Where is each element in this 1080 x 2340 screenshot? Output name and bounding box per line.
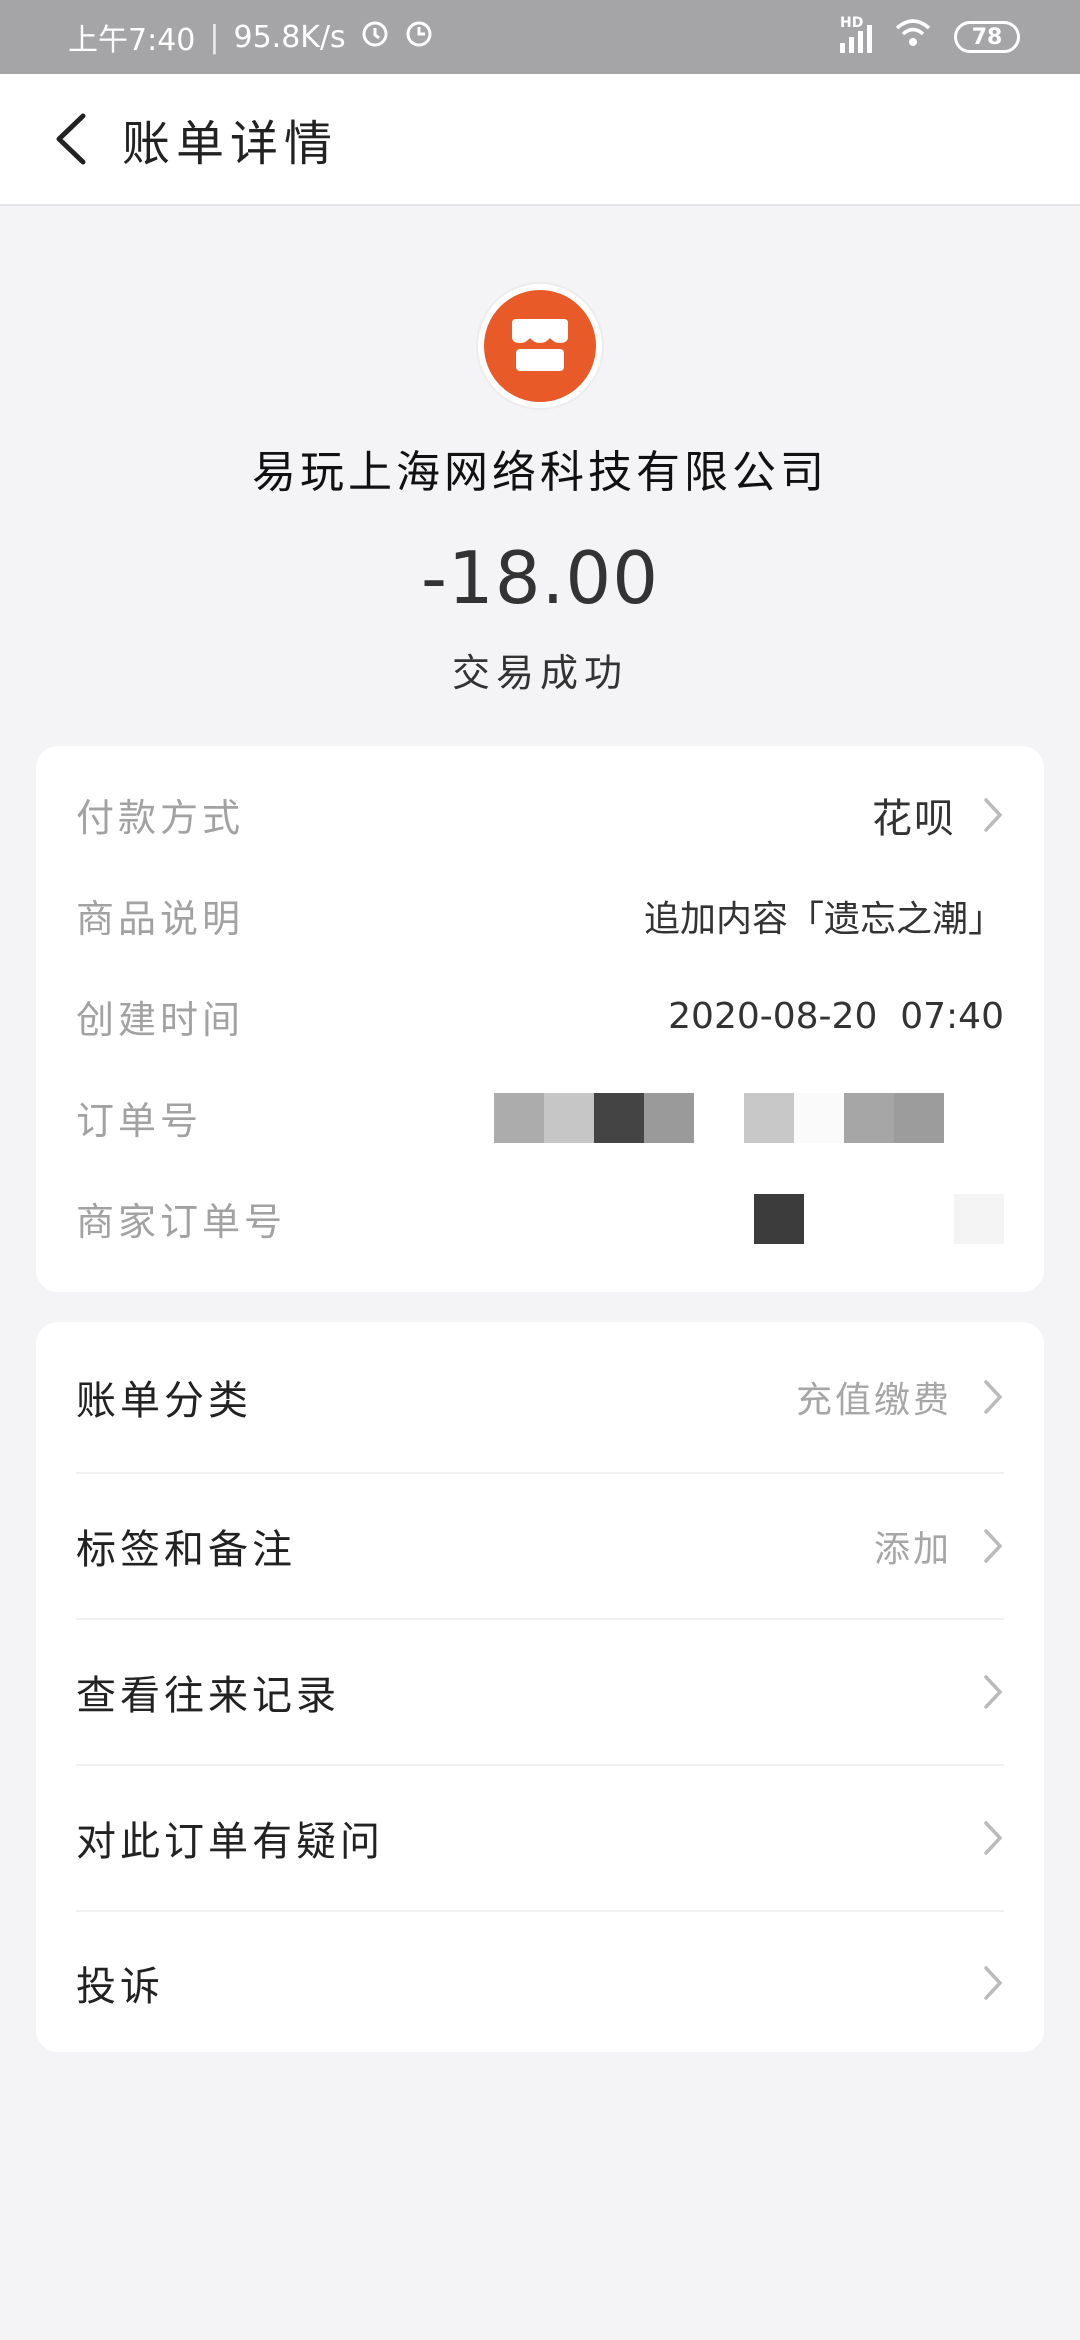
status-net-speed: 95.8K/s <box>233 19 346 55</box>
order-no-label: 订单号 <box>76 1099 203 1143</box>
payment-method-value: 花呗 <box>872 795 956 842</box>
tags-notes-label: 标签和备注 <box>76 1527 296 1573</box>
storefront-icon <box>512 319 568 371</box>
transaction-status: 交易成功 <box>451 651 628 695</box>
view-history-row[interactable]: 查看往来记录 <box>76 1620 1004 1766</box>
order-no-redacted <box>494 1092 944 1143</box>
product-desc-label: 商品说明 <box>76 897 245 941</box>
clock-icon <box>404 18 434 56</box>
order-question-label: 对此订单有疑问 <box>76 1819 384 1865</box>
payment-method-label: 付款方式 <box>76 796 245 840</box>
signal-icon: HD <box>840 15 872 53</box>
merchant-order-no-row: 商家订单号 <box>76 1168 1004 1269</box>
created-time-row: 创建时间 2020-08-20 07:40 <box>76 966 1004 1067</box>
created-time-label: 创建时间 <box>76 998 245 1042</box>
bill-category-right: 充值缴费 <box>796 1371 1004 1423</box>
created-time-value: 2020-08-20 07:40 <box>668 996 1004 1037</box>
page-title: 账单详情 <box>122 116 339 172</box>
chevron-right-icon <box>984 1529 1003 1563</box>
bill-amount: -18.00 <box>420 536 660 620</box>
payment-method-row[interactable]: 付款方式 花呗 <box>76 764 1004 865</box>
app-header: 账单详情 <box>0 74 1080 206</box>
battery-icon: 78 <box>954 21 1020 53</box>
chevron-right-icon <box>984 1380 1003 1414</box>
details-card: 付款方式 花呗 商品说明 追加内容「遗忘之潮」 创建时间 2020-08-20 … <box>36 746 1044 1292</box>
chevron-right-icon <box>984 797 1003 832</box>
bill-category-row[interactable]: 账单分类 充值缴费 <box>76 1322 1004 1474</box>
bill-category-label: 账单分类 <box>76 1378 252 1424</box>
actions-card: 账单分类 充值缴费 标签和备注 添加 查看往来记录 对此订单有疑问 投诉 <box>36 1322 1044 2052</box>
chevron-left-icon <box>56 113 86 165</box>
order-question-right <box>982 1819 1004 1857</box>
order-no-row: 订单号 <box>76 1067 1004 1168</box>
chevron-right-icon <box>984 1675 1003 1709</box>
view-history-right <box>982 1673 1004 1711</box>
merchant-logo <box>478 284 602 408</box>
complaint-row[interactable]: 投诉 <box>76 1912 1004 2054</box>
status-right: HD 78 <box>840 15 1020 56</box>
wifi-icon <box>894 18 932 56</box>
back-button[interactable] <box>20 73 120 205</box>
bill-summary: 易玩上海网络科技有限公司 -18.00 交易成功 <box>0 206 1080 746</box>
status-separator: | <box>209 19 220 55</box>
tags-notes-right: 添加 <box>874 1520 1004 1572</box>
tags-notes-value: 添加 <box>873 1529 952 1570</box>
network-type-label: HD <box>840 15 864 31</box>
status-time: 上午7:40 <box>68 23 196 58</box>
merchant-order-no-redacted <box>754 1193 1004 1244</box>
product-desc-row: 商品说明 追加内容「遗忘之潮」 <box>76 865 1004 966</box>
complaint-label: 投诉 <box>76 1964 164 2010</box>
payment-method-value-wrap: 花呗 <box>872 786 1004 844</box>
status-left: 上午7:40 | 95.8K/s <box>68 15 434 59</box>
merchant-name: 易玩上海网络科技有限公司 <box>252 447 828 498</box>
view-history-label: 查看往来记录 <box>76 1673 340 1719</box>
status-bar: 上午7:40 | 95.8K/s HD 78 <box>0 0 1080 74</box>
battery-level: 78 <box>971 24 1003 50</box>
tags-notes-row[interactable]: 标签和备注 添加 <box>76 1474 1004 1620</box>
bill-category-value: 充值缴费 <box>795 1380 952 1421</box>
merchant-order-no-label: 商家订单号 <box>76 1200 287 1244</box>
alarm-icon <box>360 18 390 56</box>
chevron-right-icon <box>984 1821 1003 1855</box>
order-question-row[interactable]: 对此订单有疑问 <box>76 1766 1004 1912</box>
chevron-right-icon <box>984 1966 1003 2000</box>
complaint-right <box>982 1964 1004 2002</box>
product-desc-value: 追加内容「遗忘之潮」 <box>643 898 1004 940</box>
